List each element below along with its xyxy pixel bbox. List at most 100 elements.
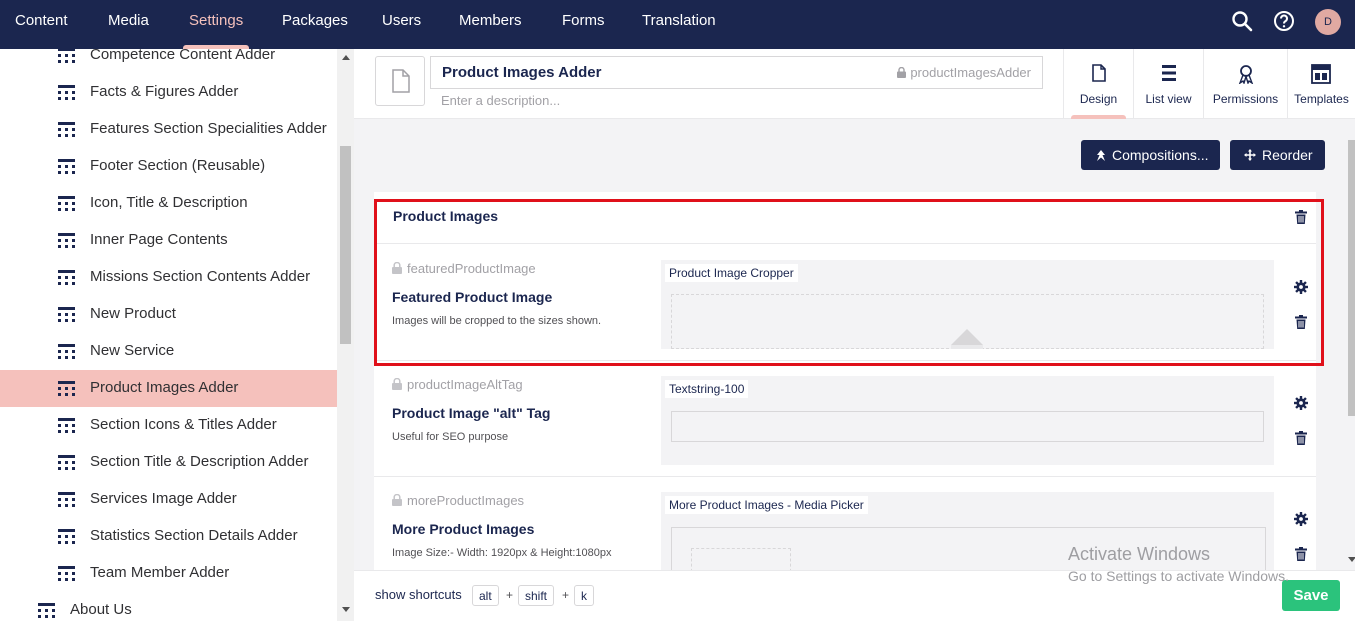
tree-item-label: About Us xyxy=(70,601,132,618)
gear-icon[interactable] xyxy=(1294,512,1308,526)
nav-media[interactable]: Media xyxy=(108,0,149,49)
lock-icon[interactable] xyxy=(392,378,402,390)
scrollbar-thumb[interactable] xyxy=(340,146,351,344)
app-list-view[interactable]: List view xyxy=(1133,49,1203,119)
show-shortcuts-link[interactable]: show shortcuts xyxy=(375,587,462,602)
tree-item[interactable]: Icon, Title & Description xyxy=(0,185,337,222)
tree-item[interactable]: New Service xyxy=(0,333,337,370)
app-list-view-label: List view xyxy=(1145,92,1192,106)
textstring-preview xyxy=(671,411,1264,442)
app-permissions[interactable]: Permissions xyxy=(1203,49,1287,119)
tree-scrollbar[interactable] xyxy=(337,49,354,621)
shortcut-key: shift xyxy=(518,585,555,606)
save-button[interactable]: Save xyxy=(1282,580,1340,611)
app-permissions-label: Permissions xyxy=(1212,92,1279,106)
tree-item[interactable]: Missions Section Contents Adder xyxy=(0,259,337,296)
property-alias[interactable]: productImageAltTag xyxy=(407,377,523,392)
editor-label: More Product Images - Media Picker xyxy=(665,496,868,514)
nav-forms[interactable]: Forms xyxy=(562,0,605,49)
scroll-down-arrow[interactable] xyxy=(342,607,350,612)
grid-icon xyxy=(38,603,55,618)
tree-item-label: Missions Section Contents Adder xyxy=(90,268,311,285)
reorder-button[interactable]: Reorder xyxy=(1230,140,1325,170)
gear-icon[interactable] xyxy=(1294,396,1308,410)
nav-settings[interactable]: Settings xyxy=(182,0,250,49)
grid-icon xyxy=(58,455,75,470)
tree-item-label: Product Images Adder xyxy=(90,379,239,396)
tree-item-selected[interactable]: Product Images Adder xyxy=(0,370,337,407)
scroll-down-arrow[interactable] xyxy=(1348,557,1355,562)
help-icon[interactable] xyxy=(1273,10,1295,32)
editor-header: Product Images Adder productImagesAdder … xyxy=(354,49,1355,119)
list-icon xyxy=(1162,65,1176,81)
tree-item[interactable]: Features Section Specialities Adder xyxy=(0,111,337,148)
grid-icon xyxy=(58,49,75,63)
nav-packages[interactable]: Packages xyxy=(282,0,348,49)
scroll-up-arrow[interactable] xyxy=(342,55,350,60)
property-alias[interactable]: moreProductImages xyxy=(407,493,524,508)
document-type-tree: Competence Content Adder Facts & Figures… xyxy=(0,49,354,621)
document-type-icon-picker[interactable] xyxy=(375,56,425,106)
property-row[interactable]: productImageAltTag Product Image "alt" T… xyxy=(374,360,1316,476)
nav-content[interactable]: Content xyxy=(15,0,68,49)
app-design-label: Design xyxy=(1079,92,1118,106)
tree-item[interactable]: Footer Section (Reusable) xyxy=(0,148,337,185)
grid-icon xyxy=(58,122,75,137)
tree-item-label: Statistics Section Details Adder xyxy=(90,527,298,544)
tree-item[interactable]: Inner Page Contents xyxy=(0,222,337,259)
user-avatar[interactable]: D xyxy=(1315,9,1341,35)
document-type-name-field[interactable]: Product Images Adder productImagesAdder xyxy=(430,56,1043,89)
tree-item[interactable]: Section Icons & Titles Adder xyxy=(0,407,337,444)
compositions-label: Compositions... xyxy=(1112,147,1209,163)
alias-field[interactable]: productImagesAdder xyxy=(897,65,1031,80)
tree-item-label: Facts & Figures Adder xyxy=(90,83,239,100)
editor-scrollbar[interactable] xyxy=(1338,120,1355,570)
property-name[interactable]: Product Image "alt" Tag xyxy=(392,405,550,421)
plus-symbol: + xyxy=(562,588,570,602)
property-editor-preview[interactable]: Textstring-100 xyxy=(661,376,1274,465)
highlight-annotation-box xyxy=(374,199,1324,366)
nav-translation[interactable]: Translation xyxy=(642,0,716,49)
scrollbar-thumb[interactable] xyxy=(1348,140,1355,416)
app-templates[interactable]: Templates xyxy=(1287,49,1355,119)
tree-item[interactable]: Section Title & Description Adder xyxy=(0,444,337,481)
active-app-indicator xyxy=(1071,115,1126,119)
tree-item-parent[interactable]: About Us xyxy=(0,592,337,621)
tree-item-label: Icon, Title & Description xyxy=(90,194,248,211)
tree-item[interactable]: Services Image Adder xyxy=(0,481,337,518)
tree-item-label: Footer Section (Reusable) xyxy=(90,157,266,174)
property-name[interactable]: More Product Images xyxy=(392,521,534,537)
property-description[interactable]: Image Size:- Width: 1920px & Height:1080… xyxy=(392,547,612,559)
tree-item-label: New Service xyxy=(90,342,175,359)
document-type-name: Product Images Adder xyxy=(442,64,602,81)
grid-icon xyxy=(58,196,75,211)
trash-icon[interactable] xyxy=(1294,547,1308,561)
tree-item[interactable]: Team Member Adder xyxy=(0,555,337,592)
nav-members[interactable]: Members xyxy=(459,0,522,49)
description-field[interactable]: Enter a description... xyxy=(441,93,560,108)
lock-icon[interactable] xyxy=(897,66,907,78)
lock-icon[interactable] xyxy=(392,494,402,506)
media-picker-placeholder xyxy=(691,548,791,570)
tree-item[interactable]: Facts & Figures Adder xyxy=(0,74,337,111)
nav-users[interactable]: Users xyxy=(382,0,421,49)
search-icon[interactable] xyxy=(1231,10,1253,32)
shortcut-key: alt xyxy=(472,585,499,606)
tree-item[interactable]: Statistics Section Details Adder xyxy=(0,518,337,555)
reorder-label: Reorder xyxy=(1262,147,1313,163)
tree-item-label: Inner Page Contents xyxy=(90,231,228,248)
compositions-button[interactable]: Compositions... xyxy=(1081,140,1220,170)
app-design[interactable]: Design xyxy=(1063,49,1133,119)
document-icon xyxy=(1092,64,1106,82)
document-icon xyxy=(392,69,410,93)
windows-watermark-subtitle: Go to Settings to activate Windows. xyxy=(1068,568,1289,584)
grid-icon xyxy=(58,381,75,396)
trash-icon[interactable] xyxy=(1294,431,1308,445)
tree-item[interactable]: New Product xyxy=(0,296,337,333)
grid-icon xyxy=(58,270,75,285)
tree-item[interactable]: Competence Content Adder xyxy=(0,49,337,74)
grid-icon xyxy=(58,492,75,507)
grid-icon xyxy=(58,418,75,433)
editor-label: Textstring-100 xyxy=(665,380,749,398)
property-description[interactable]: Useful for SEO purpose xyxy=(392,431,508,443)
